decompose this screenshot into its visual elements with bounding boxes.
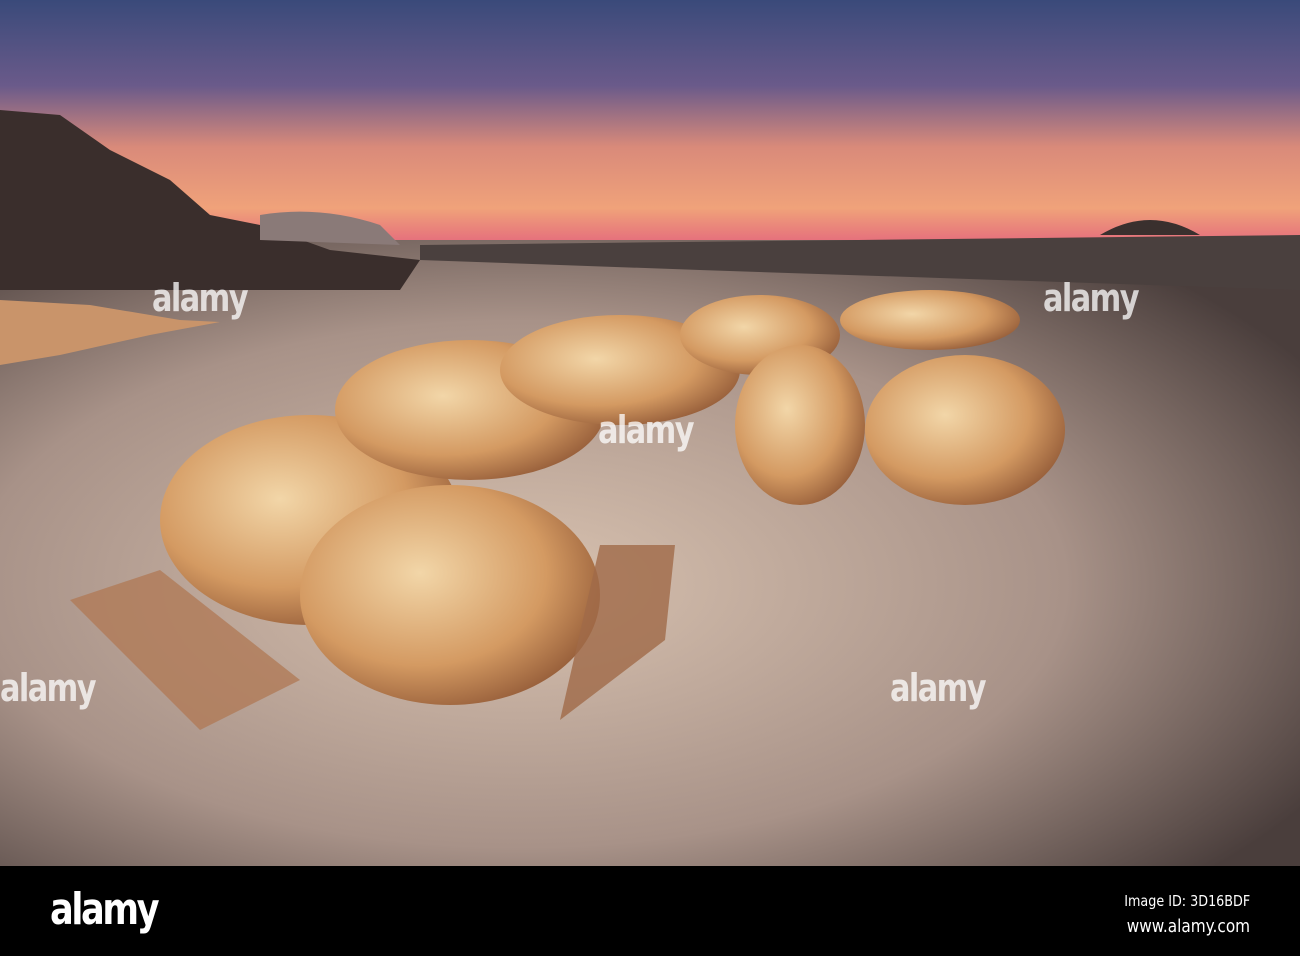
image-id-label: Image ID: 3D16BDF bbox=[1124, 892, 1250, 910]
watermark-logo: alamy bbox=[0, 666, 97, 710]
watermark-logo: alamy bbox=[598, 408, 695, 452]
stock-photo-page: alamy alamy alamy alamy alamy alamy Imag… bbox=[0, 0, 1300, 956]
watermark-logo: alamy bbox=[152, 276, 249, 320]
footer-bar: alamy Image ID: 3D16BDF www.alamy.com bbox=[0, 866, 1300, 956]
watermark-logo: alamy bbox=[890, 666, 987, 710]
watermark-logo: alamy bbox=[1043, 276, 1140, 320]
alamy-logo: alamy bbox=[50, 884, 160, 935]
site-url: www.alamy.com bbox=[1126, 916, 1250, 937]
